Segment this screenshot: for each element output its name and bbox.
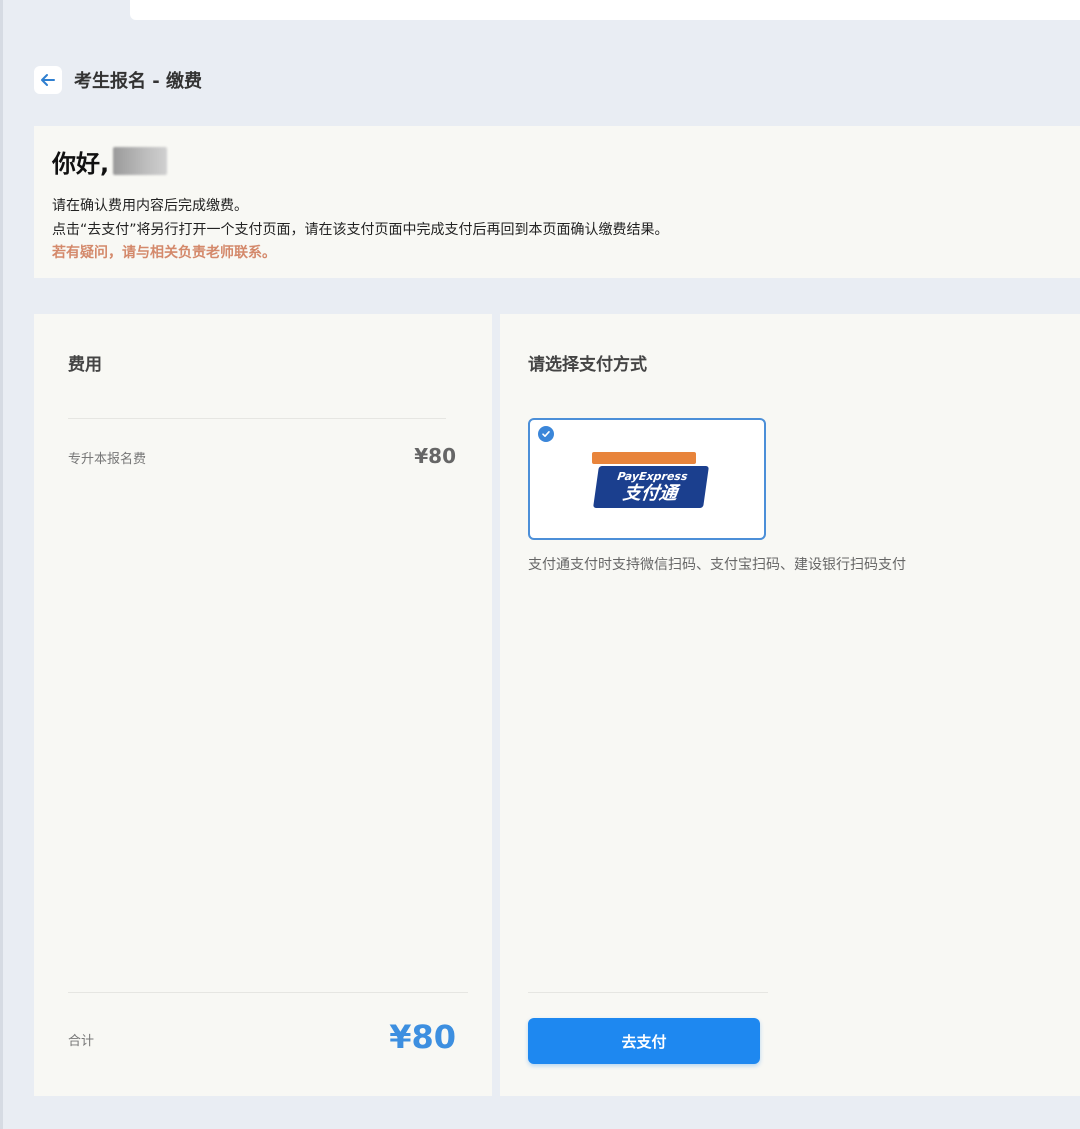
payment-title: 请选择支付方式 [528,355,647,375]
fee-item-amount: ¥80 [414,444,456,468]
fee-divider-bottom [68,992,468,993]
payment-card: 请选择支付方式 PayExpress 支付通 支付通支付时支持微信扫码、支付宝扫… [500,314,1080,1096]
warning-text: 若有疑问，请与相关负责老师联系。 [52,245,276,261]
check-icon [538,426,554,442]
top-bar [130,0,1080,20]
left-edge [0,0,3,1129]
page-title: 考生报名 - 缴费 [74,71,203,92]
logo-text-cn: 支付通 [621,482,679,504]
go-pay-button[interactable]: 去支付 [528,1018,760,1064]
redacted-name [113,147,168,175]
info-line-1: 请在确认费用内容后完成缴费。 [52,198,248,214]
fee-item-label: 专升本报名费 [68,452,147,467]
fee-divider-top [68,418,446,419]
greeting-line: 你好, [52,144,1062,178]
arrow-left-icon [41,74,55,86]
payexpress-logo-stripe [592,452,696,464]
back-button[interactable] [34,66,62,94]
fee-title: 费用 [68,355,102,375]
payment-divider [528,992,768,993]
total-amount: ¥80 [389,1018,456,1056]
total-label: 合计 [68,1034,95,1049]
payment-option-payexpress[interactable]: PayExpress 支付通 [528,418,766,540]
logo-text-en: PayExpress [616,469,689,483]
info-line-2: 点击“去支付”将另行打开一个支付页面，请在该支付页面中完成支付后再回到本页面确认… [52,222,669,238]
page-header: 考生报名 - 缴费 [34,60,202,100]
fee-card: 费用 专升本报名费 ¥80 合计 ¥80 [34,314,492,1096]
payment-description: 支付通支付时支持微信扫码、支付宝扫码、建设银行扫码支付 [528,557,906,573]
payexpress-logo: PayExpress 支付通 [593,466,709,508]
greeting-text: 你好, [52,149,110,178]
greeting-card: 你好, 请在确认费用内容后完成缴费。 点击“去支付”将另行打开一个支付页面，请在… [34,126,1080,278]
